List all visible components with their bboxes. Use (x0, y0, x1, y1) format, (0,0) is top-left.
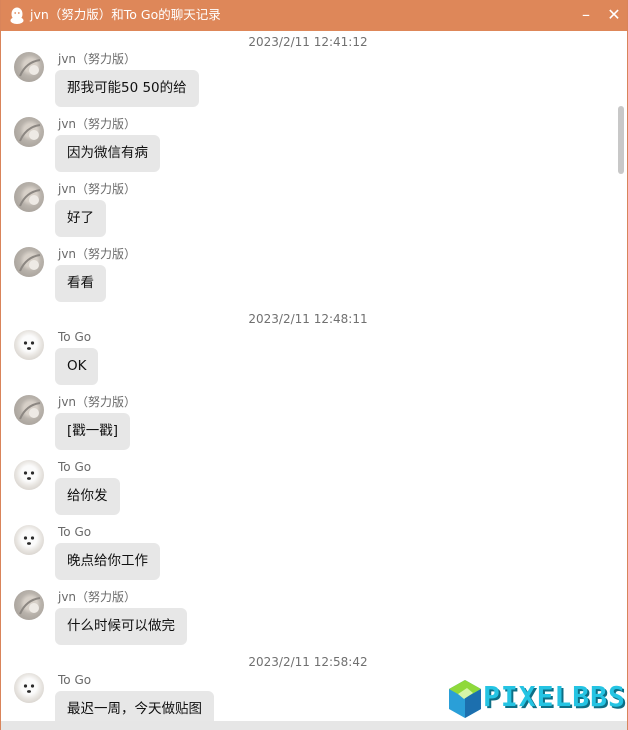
avatar-image (23, 341, 35, 350)
message-timestamp: 2023/2/11 12:58:42 (248, 655, 368, 669)
message-item: jvn（努力版） 那我可能50 50的给 (2, 52, 602, 112)
message-bubble[interactable]: 给你发 (55, 478, 120, 515)
chat-history-window: jvn（努力版）和To Go的聊天记录 – ✕ 2023/2/11 12:41:… (0, 0, 628, 730)
message-bubble[interactable]: 什么时候可以做完 (55, 608, 187, 645)
message-bubble[interactable]: 那我可能50 50的给 (55, 70, 199, 107)
message-item: To Go OK (2, 330, 602, 390)
message-item: jvn（努力版） 好了 (2, 182, 602, 242)
message-bubble[interactable]: 看看 (55, 265, 106, 302)
sender-avatar[interactable] (14, 590, 44, 620)
message-timestamp: 2023/2/11 12:41:12 (248, 35, 368, 49)
message-timestamp: 2023/2/11 12:48:11 (248, 312, 368, 326)
message-item: To Go 给你发 (2, 460, 602, 520)
sender-avatar[interactable] (14, 330, 44, 360)
message-bubble[interactable]: 晚点给你工作 (55, 543, 160, 580)
sender-avatar[interactable] (14, 182, 44, 212)
message-bubble[interactable]: 最迟一周，今天做贴图 (55, 691, 214, 721)
sender-name: To Go (58, 460, 92, 474)
sender-avatar[interactable] (14, 247, 44, 277)
vertical-scrollbar[interactable] (614, 31, 627, 721)
sender-name: To Go (58, 525, 92, 539)
message-bubble[interactable]: 好了 (55, 200, 106, 237)
message-bubble[interactable]: 因为微信有病 (55, 135, 160, 172)
avatar-image (19, 59, 41, 77)
avatar-image (19, 254, 41, 272)
message-bubble[interactable]: [戳一戳] (55, 413, 131, 450)
sender-name: jvn（努力版） (58, 395, 137, 409)
penguin-icon (10, 7, 24, 24)
avatar-image (23, 471, 35, 480)
sender-avatar[interactable] (14, 525, 44, 555)
avatar-image (19, 189, 41, 207)
message-list[interactable]: 2023/2/11 12:41:12 jvn（努力版） 那我可能50 50的给 … (2, 31, 614, 721)
sender-name: jvn（努力版） (58, 590, 137, 604)
sender-name: jvn（努力版） (58, 52, 137, 66)
avatar-image (19, 124, 41, 142)
message-item: To Go 晚点给你工作 (2, 525, 602, 585)
pixelbbs-logo-icon (449, 680, 481, 718)
message-item: jvn（努力版） 因为微信有病 (2, 117, 602, 177)
title-bar[interactable]: jvn（努力版）和To Go的聊天记录 – ✕ (1, 0, 627, 31)
sender-avatar[interactable] (14, 395, 44, 425)
avatar-image (19, 597, 41, 615)
avatar-image (19, 402, 41, 420)
sender-name: To Go (58, 330, 92, 344)
message-item: jvn（努力版） 看看 (2, 247, 602, 307)
minimize-button[interactable]: – (574, 4, 598, 26)
avatar-image (23, 536, 35, 545)
sender-name: jvn（努力版） (58, 182, 137, 196)
close-button[interactable]: ✕ (602, 4, 626, 26)
sender-name: To Go (58, 673, 92, 687)
scrollbar-thumb[interactable] (618, 106, 624, 174)
sender-name: jvn（努力版） (58, 117, 137, 131)
sender-avatar[interactable] (14, 460, 44, 490)
sender-avatar[interactable] (14, 117, 44, 147)
sender-avatar[interactable] (14, 673, 44, 703)
window-title: jvn（努力版）和To Go的聊天记录 (30, 7, 221, 22)
message-bubble[interactable]: OK (55, 348, 99, 385)
pixelbbs-watermark: PIXELBBS (445, 676, 627, 726)
message-item: jvn（努力版） [戳一戳] (2, 395, 602, 455)
sender-name: jvn（努力版） (58, 247, 137, 261)
watermark-text: PIXELBBS (483, 680, 626, 713)
sender-avatar[interactable] (14, 52, 44, 82)
avatar-image (23, 684, 35, 693)
message-item: jvn（努力版） 什么时候可以做完 (2, 590, 602, 650)
